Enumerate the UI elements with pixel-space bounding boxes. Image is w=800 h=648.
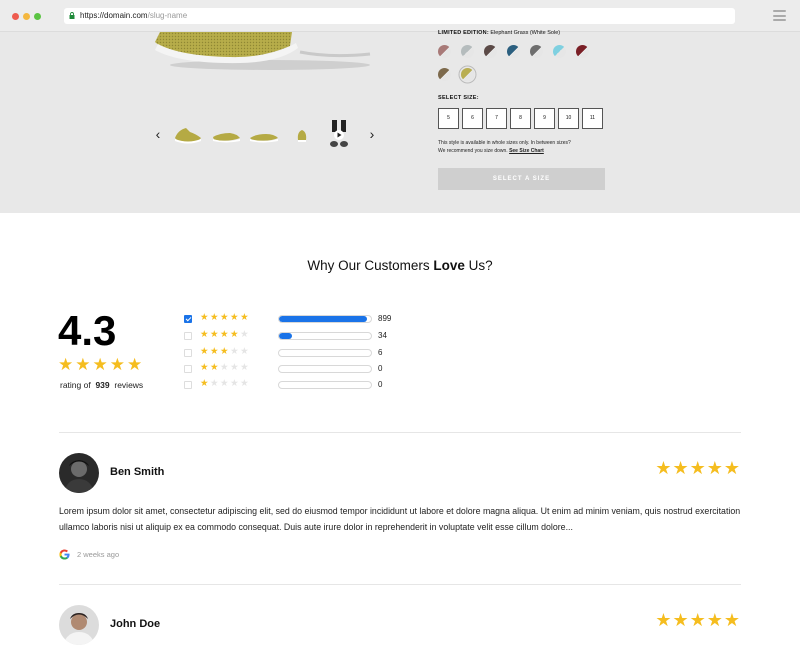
distribution-bar <box>278 365 372 373</box>
review-card: Ben Smith ★★★★★ Lorem ipsum dolor sit am… <box>59 453 741 573</box>
distribution-row: ★★★★★ 899 <box>184 312 404 325</box>
filter-checkbox[interactable] <box>184 365 192 373</box>
size-note: This style is available in whole sizes o… <box>438 140 571 154</box>
color-swatch[interactable] <box>461 68 474 81</box>
divider <box>59 584 741 585</box>
thumbnail-4[interactable] <box>286 120 318 150</box>
thumbnail-video[interactable] <box>324 120 356 150</box>
filter-checkbox[interactable] <box>184 349 192 357</box>
average-stars: ★★★★★ <box>58 355 145 374</box>
avatar <box>59 605 99 645</box>
color-swatch[interactable] <box>507 45 520 58</box>
divider <box>59 432 741 433</box>
distribution-row: ★★★★★ 0 <box>184 362 404 375</box>
distribution-count: 6 <box>378 348 383 357</box>
size-option[interactable]: 11 <box>582 108 603 129</box>
size-label: SELECT SIZE: <box>438 95 479 101</box>
lock-icon <box>69 12 75 19</box>
thumbnail-strip: ‹ › <box>150 116 380 156</box>
rating-count: rating of 939 reviews <box>60 380 144 390</box>
size-chart-link[interactable]: See Size Chart <box>509 148 544 154</box>
hamburger-menu-icon[interactable] <box>773 10 786 21</box>
star-level: ★★★★★ <box>200 378 251 389</box>
close-window-button[interactable] <box>12 13 19 20</box>
distribution-bar <box>278 381 372 389</box>
size-option[interactable]: 7 <box>486 108 507 129</box>
distribution-count: 0 <box>378 364 383 373</box>
size-option[interactable]: 5 <box>438 108 459 129</box>
distribution-row: ★★★★★ 6 <box>184 346 404 359</box>
review-stars: ★★★★★ <box>655 610 741 630</box>
filter-checkbox[interactable] <box>184 332 192 340</box>
average-rating: 4.3 <box>58 307 117 354</box>
size-option[interactable]: 8 <box>510 108 531 129</box>
distribution-bar-fill <box>279 333 292 339</box>
edition-label: LIMITED EDITION: Elephant Grass (White S… <box>438 30 561 36</box>
thumb-prev-button[interactable]: ‹ <box>152 126 164 142</box>
size-option[interactable]: 10 <box>558 108 579 129</box>
color-swatch[interactable] <box>438 68 451 81</box>
browser-toolbar: https://domain.com/slug-name <box>0 0 800 32</box>
maximize-window-button[interactable] <box>34 13 41 20</box>
distribution-row: ★★★★★ 34 <box>184 329 404 342</box>
color-swatch[interactable] <box>484 45 497 58</box>
review-text: Lorem ipsum dolor sit amet, consectetur … <box>59 506 741 532</box>
review-stars: ★★★★★ <box>655 458 741 478</box>
thumbnail-2[interactable] <box>210 120 242 150</box>
reviews-heading: Why Our Customers Love Us? <box>307 258 493 273</box>
google-icon <box>59 549 70 560</box>
review-time: 2 weeks ago <box>77 550 120 559</box>
color-swatch[interactable] <box>553 45 566 58</box>
distribution-bar <box>278 315 372 323</box>
color-swatch[interactable] <box>461 45 474 58</box>
size-option[interactable]: 6 <box>462 108 483 129</box>
product-section: ‹ › LIMITED EDITION: Elephant Grass (Whi… <box>0 30 800 213</box>
distribution-count: 34 <box>378 331 387 340</box>
url-path: /slug-name <box>147 11 188 20</box>
color-swatch[interactable] <box>438 45 451 58</box>
thumbnail-1[interactable] <box>172 120 204 150</box>
distribution-count: 899 <box>378 314 392 323</box>
thumb-next-button[interactable]: › <box>366 126 378 142</box>
url-host: https://domain.com <box>80 11 148 20</box>
filter-checkbox[interactable] <box>184 381 192 389</box>
review-card: John Doe ★★★★★ <box>59 605 741 648</box>
star-level: ★★★★★ <box>200 362 251 373</box>
star-level: ★★★★★ <box>200 312 251 323</box>
size-option[interactable]: 9 <box>534 108 555 129</box>
color-swatch[interactable] <box>576 45 589 58</box>
distribution-bar-fill <box>279 316 368 322</box>
minimize-window-button[interactable] <box>23 13 30 20</box>
distribution-row: ★★★★★ 0 <box>184 378 404 391</box>
shoe-image <box>155 32 371 70</box>
filter-checkbox[interactable] <box>184 315 192 323</box>
address-bar[interactable]: https://domain.com/slug-name <box>64 8 735 24</box>
color-swatch[interactable] <box>530 45 543 58</box>
distribution-bar <box>278 349 372 357</box>
avatar <box>59 453 99 493</box>
reviewer-name: Ben Smith <box>110 466 165 478</box>
select-size-button[interactable]: SELECT A SIZE <box>438 168 605 190</box>
star-level: ★★★★★ <box>200 329 251 340</box>
distribution-count: 0 <box>378 380 383 389</box>
star-level: ★★★★★ <box>200 346 251 357</box>
reviewer-name: John Doe <box>110 618 161 630</box>
thumbnail-3[interactable] <box>248 120 280 150</box>
distribution-bar <box>278 332 372 340</box>
